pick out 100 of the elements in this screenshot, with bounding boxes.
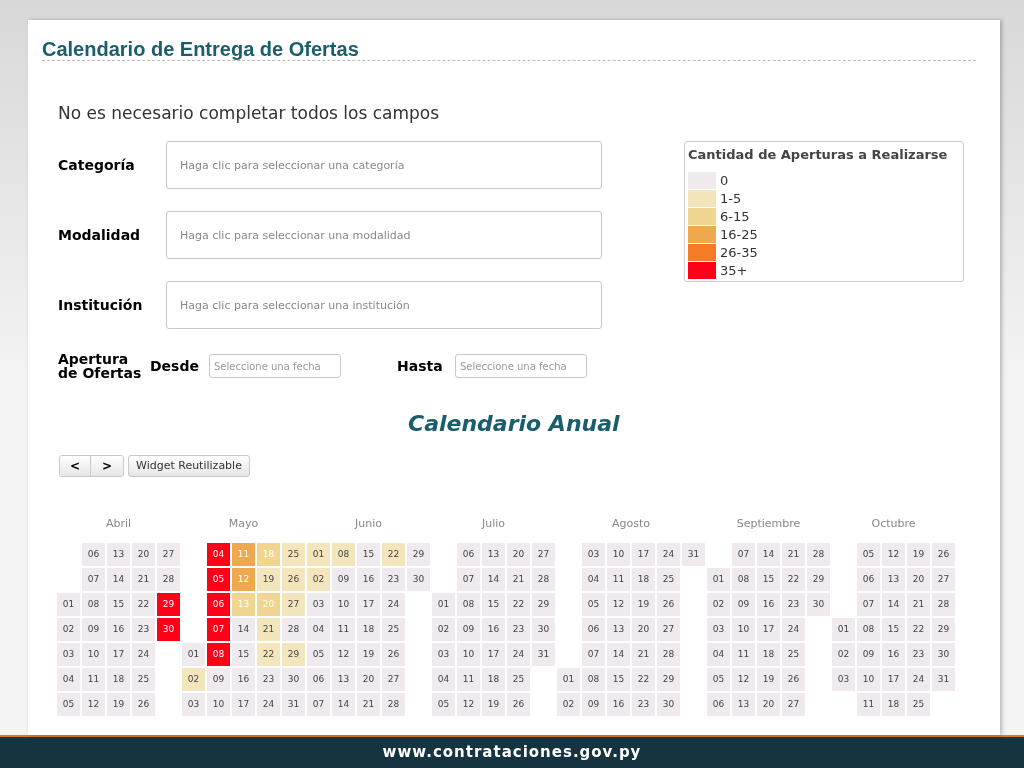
day-cell[interactable]: 14 <box>607 643 630 666</box>
day-cell[interactable]: 01 <box>832 618 855 641</box>
day-cell[interactable]: 18 <box>107 668 130 691</box>
day-cell[interactable]: 10 <box>607 543 630 566</box>
day-cell[interactable]: 07 <box>82 568 105 591</box>
day-cell[interactable]: 15 <box>482 593 505 616</box>
previous-button[interactable]: < <box>60 456 91 476</box>
day-cell[interactable]: 05 <box>307 643 330 666</box>
day-cell[interactable]: 02 <box>182 668 205 691</box>
day-cell[interactable]: 14 <box>332 693 355 716</box>
day-cell[interactable]: 19 <box>757 668 780 691</box>
day-cell[interactable]: 29 <box>532 593 555 616</box>
day-cell[interactable]: 10 <box>457 643 480 666</box>
day-cell[interactable]: 23 <box>132 618 155 641</box>
day-cell[interactable]: 21 <box>257 618 280 641</box>
day-cell[interactable]: 03 <box>307 593 330 616</box>
day-cell[interactable]: 09 <box>207 668 230 691</box>
day-cell[interactable]: 28 <box>282 618 305 641</box>
day-cell[interactable]: 09 <box>457 618 480 641</box>
day-cell[interactable]: 23 <box>507 618 530 641</box>
day-cell[interactable]: 08 <box>732 568 755 591</box>
day-cell[interactable]: 28 <box>932 593 955 616</box>
day-cell[interactable]: 26 <box>507 693 530 716</box>
day-cell[interactable]: 19 <box>632 593 655 616</box>
day-cell[interactable]: 06 <box>707 693 730 716</box>
day-cell[interactable]: 11 <box>607 568 630 591</box>
day-cell[interactable]: 10 <box>82 643 105 666</box>
day-cell[interactable]: 03 <box>582 543 605 566</box>
day-cell[interactable]: 09 <box>857 643 880 666</box>
day-cell[interactable]: 04 <box>432 668 455 691</box>
day-cell[interactable]: 02 <box>832 643 855 666</box>
day-cell[interactable]: 29 <box>157 593 180 616</box>
day-cell[interactable]: 07 <box>457 568 480 591</box>
day-cell[interactable]: 29 <box>807 568 830 591</box>
day-cell[interactable]: 22 <box>132 593 155 616</box>
day-cell[interactable]: 31 <box>282 693 305 716</box>
day-cell[interactable]: 12 <box>82 693 105 716</box>
day-cell[interactable]: 16 <box>482 618 505 641</box>
day-cell[interactable]: 12 <box>607 593 630 616</box>
select-field[interactable]: Haga clic para seleccionar una institución <box>166 281 602 329</box>
day-cell[interactable]: 08 <box>82 593 105 616</box>
day-cell[interactable]: 21 <box>132 568 155 591</box>
day-cell[interactable]: 22 <box>632 668 655 691</box>
day-cell[interactable]: 16 <box>357 568 380 591</box>
day-cell[interactable]: 07 <box>582 643 605 666</box>
day-cell[interactable]: 28 <box>532 568 555 591</box>
day-cell[interactable]: 17 <box>357 593 380 616</box>
day-cell[interactable]: 26 <box>932 543 955 566</box>
day-cell[interactable]: 26 <box>282 568 305 591</box>
widget-button[interactable]: Widget Reutilizable <box>128 455 250 477</box>
day-cell[interactable]: 18 <box>757 643 780 666</box>
day-cell[interactable]: 22 <box>782 568 805 591</box>
day-cell[interactable]: 12 <box>732 668 755 691</box>
day-cell[interactable]: 06 <box>582 618 605 641</box>
day-cell[interactable]: 19 <box>107 693 130 716</box>
day-cell[interactable]: 31 <box>532 643 555 666</box>
day-cell[interactable]: 14 <box>882 593 905 616</box>
day-cell[interactable]: 29 <box>932 618 955 641</box>
day-cell[interactable]: 27 <box>782 693 805 716</box>
day-cell[interactable]: 20 <box>357 668 380 691</box>
day-cell[interactable]: 11 <box>732 643 755 666</box>
day-cell[interactable]: 04 <box>582 568 605 591</box>
day-cell[interactable]: 09 <box>82 618 105 641</box>
day-cell[interactable]: 12 <box>332 643 355 666</box>
day-cell[interactable]: 24 <box>907 668 930 691</box>
day-cell[interactable]: 02 <box>57 618 80 641</box>
day-cell[interactable]: 07 <box>307 693 330 716</box>
day-cell[interactable]: 13 <box>107 543 130 566</box>
day-cell[interactable]: 27 <box>157 543 180 566</box>
day-cell[interactable]: 29 <box>657 668 680 691</box>
day-cell[interactable]: 10 <box>857 668 880 691</box>
date-field[interactable]: Seleccione una fecha <box>455 354 587 378</box>
day-cell[interactable]: 09 <box>732 593 755 616</box>
day-cell[interactable]: 04 <box>207 543 230 566</box>
day-cell[interactable]: 09 <box>332 568 355 591</box>
day-cell[interactable]: 26 <box>657 593 680 616</box>
day-cell[interactable]: 16 <box>882 643 905 666</box>
day-cell[interactable]: 30 <box>282 668 305 691</box>
day-cell[interactable]: 26 <box>782 668 805 691</box>
day-cell[interactable]: 07 <box>857 593 880 616</box>
day-cell[interactable]: 02 <box>307 568 330 591</box>
day-cell[interactable]: 01 <box>557 668 580 691</box>
day-cell[interactable]: 20 <box>632 618 655 641</box>
day-cell[interactable]: 13 <box>482 543 505 566</box>
day-cell[interactable]: 14 <box>757 543 780 566</box>
day-cell[interactable]: 13 <box>607 618 630 641</box>
day-cell[interactable]: 25 <box>282 543 305 566</box>
day-cell[interactable]: 31 <box>682 543 705 566</box>
day-cell[interactable]: 20 <box>132 543 155 566</box>
next-button[interactable]: > <box>91 456 123 476</box>
day-cell[interactable]: 31 <box>932 668 955 691</box>
day-cell[interactable]: 05 <box>57 693 80 716</box>
day-cell[interactable]: 21 <box>507 568 530 591</box>
day-cell[interactable]: 05 <box>207 568 230 591</box>
day-cell[interactable]: 30 <box>532 618 555 641</box>
day-cell[interactable]: 06 <box>82 543 105 566</box>
day-cell[interactable]: 02 <box>707 593 730 616</box>
day-cell[interactable]: 08 <box>857 618 880 641</box>
day-cell[interactable]: 06 <box>457 543 480 566</box>
day-cell[interactable]: 12 <box>882 543 905 566</box>
